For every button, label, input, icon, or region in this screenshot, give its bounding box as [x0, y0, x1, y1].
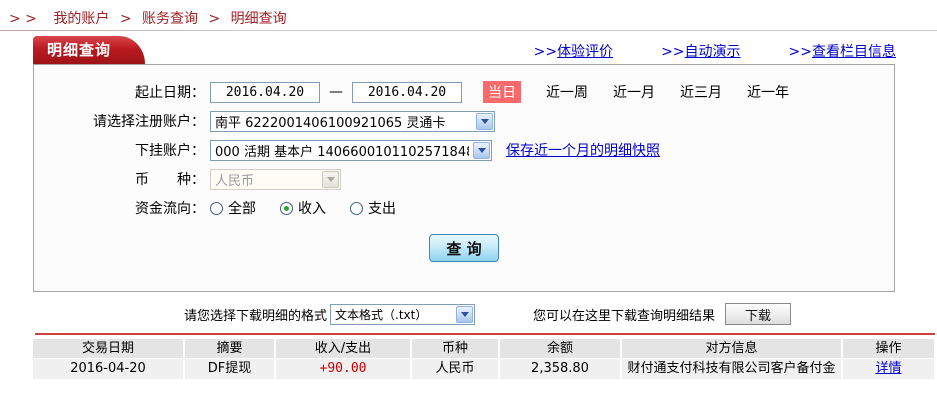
query-panel: 起止日期： — 当日 近一周 近一月 近三月 近一年 请选择注册账户： 南平 6…: [33, 64, 895, 292]
currency-label: 币 种：: [34, 169, 205, 189]
auto-demo-link[interactable]: >>自动演示: [661, 41, 740, 61]
chevron-down-icon: [456, 306, 473, 323]
radio-checked-icon: [280, 202, 293, 215]
register-account-row: 请选择注册账户： 南平 6222001406100921065 灵通卡: [34, 110, 894, 132]
radio-icon: [210, 202, 223, 215]
breadcrumb-item-my-account[interactable]: 我的账户: [53, 11, 109, 27]
currency-select: 人民币: [210, 169, 341, 190]
breadcrumb-prefix: > >: [9, 11, 37, 27]
quick-range-today[interactable]: 当日: [483, 81, 521, 103]
breadcrumb-separator: >: [120, 11, 132, 27]
cell-transaction-date: 2016-04-20: [33, 359, 183, 379]
column-info-link[interactable]: >>查看栏目信息: [789, 41, 896, 61]
download-format-select[interactable]: 文本格式（.txt）: [330, 304, 475, 325]
table-top-divider: [35, 333, 935, 335]
fund-flow-row: 资金流向： 全部 收入 支出: [34, 197, 894, 219]
date-range-dash: —: [329, 84, 343, 100]
table-header-row: 交易日期 摘要 收入/支出 币种 余额 对方信息 操作: [33, 339, 934, 358]
download-button[interactable]: 下载: [725, 303, 791, 325]
header-currency: 币种: [412, 339, 498, 358]
save-snapshot-link[interactable]: 保存近一个月的明细快照: [506, 140, 660, 160]
quick-range-quarter[interactable]: 近三月: [680, 82, 722, 102]
tab-detail-query[interactable]: 明细查询: [33, 36, 145, 64]
flow-option-all[interactable]: 全部: [210, 198, 256, 218]
flow-option-income[interactable]: 收入: [280, 198, 326, 218]
date-range-label: 起止日期：: [34, 82, 205, 102]
end-date-input[interactable]: [352, 82, 462, 103]
header-counterparty: 对方信息: [622, 339, 841, 358]
cell-currency: 人民币: [412, 359, 498, 379]
sub-account-label: 下挂账户：: [34, 140, 205, 160]
quick-range-year[interactable]: 近一年: [747, 82, 789, 102]
cell-income-expense: +90.00: [276, 359, 410, 379]
header-action: 操作: [843, 339, 934, 358]
breadcrumb-item-account-query[interactable]: 账务查询: [142, 11, 198, 27]
radio-icon: [350, 202, 363, 215]
header-transaction-date: 交易日期: [33, 339, 183, 358]
cell-action: 详情: [843, 359, 934, 379]
start-date-input[interactable]: [210, 82, 320, 103]
chevron-down-icon: [473, 142, 490, 159]
sub-account-row: 下挂账户： 000 活期 基本户 1406600101102571848 保存近…: [34, 139, 894, 161]
download-result-label: 您可以在这里下载查询明细结果: [533, 305, 715, 324]
top-divider: [0, 30, 937, 31]
breadcrumb: > > 我的账户 > 账务查询 > 明细查询: [9, 8, 287, 28]
quick-range-week[interactable]: 近一周: [546, 82, 588, 102]
sub-account-select[interactable]: 000 活期 基本户 1406600101102571848: [210, 140, 492, 161]
detail-link[interactable]: 详情: [875, 361, 901, 376]
header-links: >>体验评价 >>自动演示 >>查看栏目信息: [534, 41, 896, 61]
experience-rating-link[interactable]: >>体验评价: [534, 41, 613, 61]
register-account-select[interactable]: 南平 6222001406100921065 灵通卡: [210, 111, 495, 132]
quick-range-month[interactable]: 近一月: [613, 82, 655, 102]
register-account-label: 请选择注册账户：: [34, 111, 205, 131]
fund-flow-label: 资金流向：: [34, 198, 205, 218]
result-table: 交易日期 摘要 收入/支出 币种 余额 对方信息 操作 2016-04-20 D…: [33, 339, 934, 380]
download-format-label: 请您选择下载明细的格式: [184, 305, 327, 324]
breadcrumb-separator: >: [208, 11, 220, 27]
cell-summary: DF提现: [185, 359, 274, 379]
flow-option-expense[interactable]: 支出: [350, 198, 396, 218]
currency-row: 币 种： 人民币: [34, 168, 894, 190]
chevron-down-icon: [322, 171, 339, 188]
chevron-down-icon: [476, 113, 493, 130]
breadcrumb-item-detail-query[interactable]: 明细查询: [231, 11, 287, 27]
cell-counterparty: 财付通支付科技有限公司客户备付金: [622, 359, 841, 379]
download-row: 请您选择下载明细的格式 文本格式（.txt） 您可以在这里下载查询明细结果 下载: [0, 303, 937, 325]
query-button[interactable]: 查 询: [429, 234, 499, 262]
cell-balance: 2,358.80: [500, 359, 620, 379]
header-balance: 余额: [500, 339, 620, 358]
header-income-expense: 收入/支出: [276, 339, 410, 358]
date-range-row: 起止日期： — 当日 近一周 近一月 近三月 近一年: [34, 81, 894, 103]
header-summary: 摘要: [185, 339, 274, 358]
table-row: 2016-04-20 DF提现 +90.00 人民币 2,358.80 财付通支…: [33, 359, 934, 379]
page: > > 我的账户 > 账务查询 > 明细查询 明细查询 >>体验评价 >>自动演…: [0, 0, 937, 401]
